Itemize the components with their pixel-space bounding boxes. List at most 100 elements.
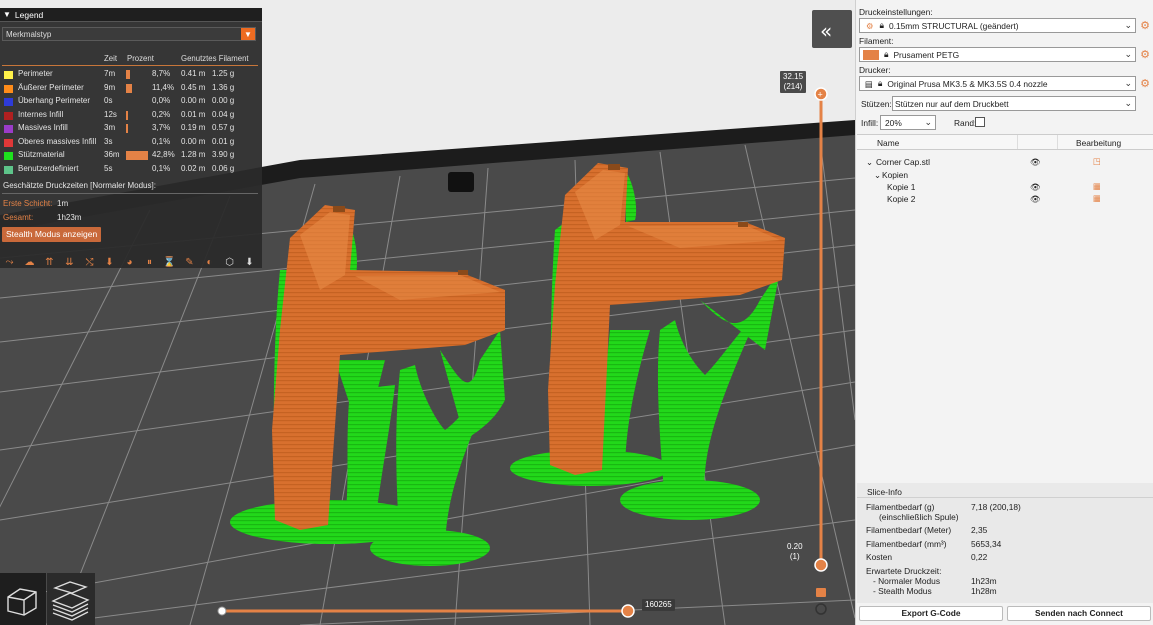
slice-info-divider (857, 497, 1153, 498)
legend-row[interactable]: Perimeter 7m 8,7% 0.41 m 1.25 g (0, 68, 262, 82)
printer-select[interactable]: ▤ 🔒︎ Original Prusa MK3.5 & MK3.5S 0.4 n… (859, 76, 1136, 91)
center-of-gravity-icon[interactable]: ◐ (202, 255, 217, 270)
top-layer-height: 32.15 (783, 72, 804, 81)
edit-object-icon[interactable]: ◳ (1093, 156, 1101, 166)
bottom-layer-label: 0.20 (1) (784, 541, 806, 563)
column-name[interactable]: Name (877, 138, 899, 148)
eye-icon[interactable]: 👁︎ (1030, 182, 1041, 193)
expand-chevron-icon[interactable]: ⌄ (874, 170, 881, 180)
view-type-value: Merkmalstyp (6, 29, 52, 39)
print-settings-label: Druckeinstellungen: (859, 7, 933, 17)
feature-meters: 0.01 m (181, 109, 206, 119)
estimated-times-label: Geschätzte Druckzeiten [Normaler Modus]: (3, 181, 156, 190)
feature-percent: 8,7% (152, 69, 171, 78)
copy-1-item[interactable]: Kopie 1 (887, 182, 915, 192)
edit-icon[interactable]: ✎ (182, 255, 197, 270)
stealth-mode-value: 1h28m (971, 586, 997, 596)
infill-select[interactable]: 20% ⌄ (880, 115, 936, 130)
legend-row[interactable]: Überhang Perimeter 0s 0,0% 0.00 m 0.00 g (0, 95, 262, 109)
eye-icon[interactable]: 👁︎ (1030, 157, 1041, 168)
eye-icon[interactable]: 👁︎ (1030, 194, 1041, 205)
color-swatch (4, 165, 13, 174)
pause-icon[interactable]: ⏸ (142, 255, 157, 270)
tool-marker-icon[interactable]: ⬇ (242, 255, 257, 270)
send-to-connect-button[interactable]: Senden nach Connect (1007, 606, 1151, 621)
column-edit[interactable]: Bearbeitung (1076, 138, 1121, 148)
color-swatch (4, 152, 13, 160)
legend-row[interactable]: Massives Infill 3m 3,7% 0.19 m 0.57 g (0, 122, 262, 136)
object-item[interactable]: Corner Cap.stl (876, 157, 930, 167)
stealth-mode-button[interactable]: Stealth Modus anzeigen (2, 227, 102, 242)
feature-grams: 1.25 g (212, 69, 235, 78)
feature-name: Internes Infill (18, 109, 64, 119)
travel-icon[interactable]: ⤳ (2, 255, 17, 270)
total-time-label: Gesamt: (3, 213, 34, 222)
toolbar-icons: ⤳ ☁ ⇈ ⇊ ⤭ ⬇ ◕ ⏸ ⌛ ✎ ◐ ⬡ ⬇ (2, 255, 257, 270)
collapse-sidebar-button[interactable]: « (812, 10, 852, 48)
feature-name: Massives Infill (18, 123, 68, 132)
lock-icon: 🔒︎ (877, 78, 883, 88)
feature-name: Äußerer Perimeter (18, 82, 84, 92)
slice-info-panel: Slice-Info Filamentbedarf (g) (einschlie… (857, 483, 1153, 603)
filament-color-swatch (863, 49, 879, 60)
instance-icon[interactable]: ▦ (1093, 193, 1101, 203)
view-preview-button[interactable] (47, 573, 95, 625)
feature-grams: 3.90 g (212, 150, 235, 159)
view-type-select[interactable]: Merkmalstyp ▼ (2, 27, 256, 41)
color-swatch (4, 98, 13, 106)
wipe-icon[interactable]: ☁ (22, 255, 37, 270)
top-layer-label: 32.15 (214) (780, 71, 807, 93)
supports-select[interactable]: Stützen nur auf dem Druckbett ⌄ (892, 96, 1136, 111)
printer-value: Original Prusa MK3.5 & MK3.5S 0.4 nozzle (887, 78, 1048, 89)
print-settings-select[interactable]: ⚙ 🔒︎ 0.15mm STRUCTURAL (geändert) ⌄ (859, 18, 1136, 33)
collapse-triangle-icon[interactable]: ▼ (3, 10, 11, 19)
instance-icon[interactable]: ▦ (1093, 181, 1101, 191)
normal-mode-value: 1h23m (971, 576, 997, 586)
gear-icon[interactable]: ⚙ (1139, 20, 1151, 32)
legend-row[interactable]: Oberes massives Infill 3s 0,1% 0.00 m 0.01 g (0, 136, 262, 150)
gear-icon[interactable]: ⚙ (1139, 49, 1151, 61)
column-divider (1057, 135, 1058, 149)
gear-icon[interactable]: ⚙ (1139, 78, 1151, 90)
slider-lock-icon[interactable] (816, 588, 826, 597)
custom-gcode-icon[interactable]: ⌛ (162, 255, 177, 270)
3d-viewport[interactable]: + « 32.15 (214) 0.20 (1) 160265 ▼ Legend… (0, 0, 855, 625)
feature-grams: 0.01 g (212, 136, 235, 146)
chevron-down-icon: ⌄ (1124, 78, 1132, 88)
feature-time: 7m (104, 69, 116, 78)
legend-row[interactable]: Internes Infill 12s 0,2% 0.01 m 0.04 g (0, 109, 262, 123)
feature-time: 3m (104, 123, 116, 132)
lock-icon: 🔒︎ (884, 49, 889, 59)
brim-label: Rand: (954, 118, 977, 128)
filament-select[interactable]: 🔒︎ Prusament PETG ⌄ (859, 47, 1136, 62)
print-settings-value: 0.15mm STRUCTURAL (geändert) (888, 20, 1019, 31)
normal-mode-label: - Normaler Modus (873, 576, 941, 586)
col-header-filament: Genutztes Filament (181, 54, 249, 63)
color-change-icon[interactable]: ◕ (122, 255, 137, 270)
feature-time: 12s (104, 109, 117, 119)
filament-m-label: Filamentbedarf (Meter) (866, 525, 952, 535)
slice-info-title: Slice-Info (867, 487, 902, 497)
copies-item[interactable]: Kopien (882, 170, 908, 180)
brim-checkbox[interactable] (975, 117, 985, 127)
feature-meters: 0.45 m (181, 82, 206, 92)
export-gcode-button[interactable]: Export G-Code (859, 606, 1003, 621)
percent-bar (126, 70, 131, 79)
copy-2-item[interactable]: Kopie 2 (887, 194, 915, 204)
top-layer-number: (214) (783, 82, 803, 91)
legend-row[interactable]: Äußerer Perimeter 9m 11,4% 0.45 m 1.36 g (0, 82, 262, 96)
tool-change-icon[interactable]: ⬇ (102, 255, 117, 270)
lock-icon: 🔒︎ (879, 20, 884, 30)
feature-percent: 3,7% (152, 123, 171, 132)
seams-icon[interactable]: ⤭ (82, 255, 97, 270)
dropdown-arrow-icon[interactable]: ▼ (241, 28, 255, 40)
retractions-icon[interactable]: ⇈ (42, 255, 57, 270)
legend-row[interactable]: Stützmaterial 36m 42,8% 1.28 m 3.90 g (0, 149, 262, 163)
view-3d-button[interactable] (0, 573, 46, 625)
shells-icon[interactable]: ⬡ (222, 255, 237, 270)
feature-name: Benutzerdefiniert (18, 163, 79, 173)
expand-chevron-icon[interactable]: ⌄ (866, 157, 873, 167)
legend-header[interactable]: ▼ Legend (0, 8, 262, 22)
legend-row[interactable]: Benutzerdefiniert 5s 0,1% 0.02 m 0.06 g (0, 163, 262, 177)
deretractions-icon[interactable]: ⇊ (62, 255, 77, 270)
